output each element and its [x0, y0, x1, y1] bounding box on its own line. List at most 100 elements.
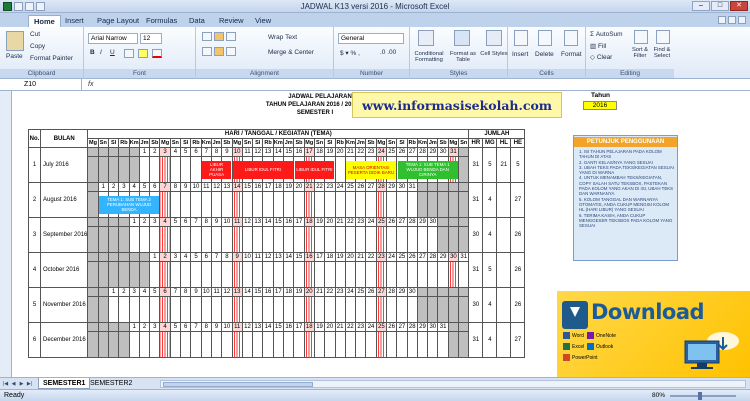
date-cell[interactable]: 17 [272, 287, 285, 297]
date-cell[interactable]: 1 [107, 287, 120, 297]
tab-insert[interactable]: Insert [60, 15, 89, 27]
wrap-text-button[interactable]: Wrap Text [268, 34, 297, 41]
schedule-cell[interactable] [252, 226, 264, 253]
date-cell[interactable]: 30 [437, 147, 449, 157]
schedule-cell[interactable] [313, 226, 326, 253]
date-cell[interactable]: 23 [334, 287, 346, 297]
schedule-cell[interactable] [385, 296, 398, 323]
date-cell[interactable]: 24 [385, 252, 398, 262]
scroll-thumb[interactable] [163, 382, 313, 387]
schedule-cell[interactable] [262, 191, 274, 218]
date-cell[interactable]: 13 [231, 287, 243, 297]
date-cell[interactable]: 28 [416, 147, 429, 157]
align-top-icon[interactable] [202, 32, 212, 41]
schedule-cell[interactable] [313, 191, 326, 218]
date-cell[interactable]: 4 [180, 252, 192, 262]
horizontal-scrollbar[interactable] [160, 380, 746, 388]
schedule-cell[interactable] [200, 296, 212, 323]
bold-button[interactable]: B [90, 49, 95, 56]
schedule-cell[interactable] [313, 261, 326, 288]
schedule-cell[interactable] [231, 331, 243, 358]
schedule-cell[interactable] [107, 296, 120, 323]
date-cell[interactable] [416, 287, 429, 297]
date-cell[interactable] [97, 252, 109, 262]
date-cell[interactable]: 21 [313, 287, 326, 297]
date-cell[interactable] [107, 322, 120, 332]
schedule-cell[interactable] [406, 261, 418, 288]
date-cell[interactable]: 11 [231, 217, 243, 227]
schedule-cell[interactable] [118, 331, 130, 358]
date-cell[interactable] [87, 252, 99, 262]
date-cell[interactable]: 8 [180, 287, 192, 297]
date-cell[interactable]: 22 [365, 252, 377, 262]
schedule-cell[interactable] [324, 261, 336, 288]
schedule-cell[interactable] [437, 331, 449, 358]
date-cell[interactable]: 22 [344, 322, 357, 332]
schedule-cell[interactable] [313, 331, 326, 358]
schedule-cell[interactable] [159, 261, 171, 288]
format-cells-icon[interactable] [564, 30, 578, 46]
date-cell[interactable]: 8 [169, 182, 182, 192]
schedule-cell[interactable] [416, 191, 429, 218]
delete-cells-icon[interactable] [538, 30, 552, 46]
font-color-icon[interactable] [152, 49, 162, 58]
date-cell[interactable]: 3 [149, 322, 161, 332]
schedule-cell[interactable] [221, 261, 233, 288]
date-cell[interactable]: 12 [241, 322, 254, 332]
date-cell[interactable]: 19 [313, 217, 326, 227]
date-cell[interactable]: 12 [252, 147, 264, 157]
date-cell[interactable]: 18 [313, 147, 326, 157]
date-cell[interactable]: 7 [190, 322, 202, 332]
schedule-cell[interactable] [283, 331, 295, 358]
date-cell[interactable]: 3 [149, 217, 161, 227]
schedule-cell[interactable] [427, 226, 439, 253]
borders-icon[interactable] [124, 49, 134, 58]
date-cell[interactable]: 6 [200, 252, 212, 262]
schedule-cell[interactable] [437, 261, 449, 288]
date-cell[interactable] [87, 182, 99, 192]
date-cell[interactable]: 29 [385, 182, 398, 192]
schedule-cell[interactable] [427, 331, 439, 358]
schedule-cell[interactable] [416, 331, 429, 358]
schedule-cell[interactable] [344, 261, 357, 288]
schedule-cell[interactable] [149, 156, 161, 183]
schedule-cell[interactable] [406, 226, 418, 253]
schedule-cell[interactable] [210, 226, 223, 253]
date-cell[interactable]: 26 [406, 252, 418, 262]
date-cell[interactable]: 14 [231, 182, 243, 192]
date-cell[interactable] [458, 287, 470, 297]
date-cell[interactable]: 11 [210, 287, 223, 297]
date-cell[interactable]: 22 [324, 287, 336, 297]
schedule-cell[interactable] [355, 331, 367, 358]
schedule-cell[interactable] [458, 296, 470, 323]
paste-icon[interactable] [6, 31, 24, 51]
schedule-cell[interactable] [252, 191, 264, 218]
schedule-cell[interactable] [375, 296, 387, 323]
next-sheet-icon[interactable]: ▶ [18, 380, 25, 388]
schedule-cell[interactable] [107, 331, 120, 358]
schedule-cell[interactable] [458, 261, 470, 288]
date-cell[interactable]: 17 [262, 182, 274, 192]
date-cell[interactable]: 14 [262, 322, 274, 332]
cell-styles-icon[interactable] [486, 30, 502, 46]
schedule-cell[interactable] [272, 261, 285, 288]
date-cell[interactable]: 18 [272, 182, 285, 192]
date-cell[interactable] [87, 147, 99, 157]
help-icon[interactable] [718, 16, 726, 24]
date-cell[interactable] [458, 147, 470, 157]
find-select-button[interactable]: Find & Select [650, 47, 674, 59]
date-cell[interactable]: 19 [334, 252, 346, 262]
last-sheet-icon[interactable]: ▶| [26, 380, 33, 388]
date-cell[interactable]: 29 [416, 217, 429, 227]
date-cell[interactable]: 10 [221, 322, 233, 332]
schedule-cell[interactable] [180, 226, 192, 253]
date-cell[interactable]: 5 [180, 147, 192, 157]
date-cell[interactable]: 2 [107, 182, 120, 192]
schedule-cell[interactable] [200, 331, 212, 358]
date-cell[interactable]: 21 [334, 322, 346, 332]
date-cell[interactable] [107, 252, 120, 262]
schedule-cell[interactable] [252, 261, 264, 288]
date-cell[interactable]: 7 [210, 252, 223, 262]
date-cell[interactable]: 16 [262, 287, 274, 297]
schedule-cell[interactable] [293, 191, 305, 218]
